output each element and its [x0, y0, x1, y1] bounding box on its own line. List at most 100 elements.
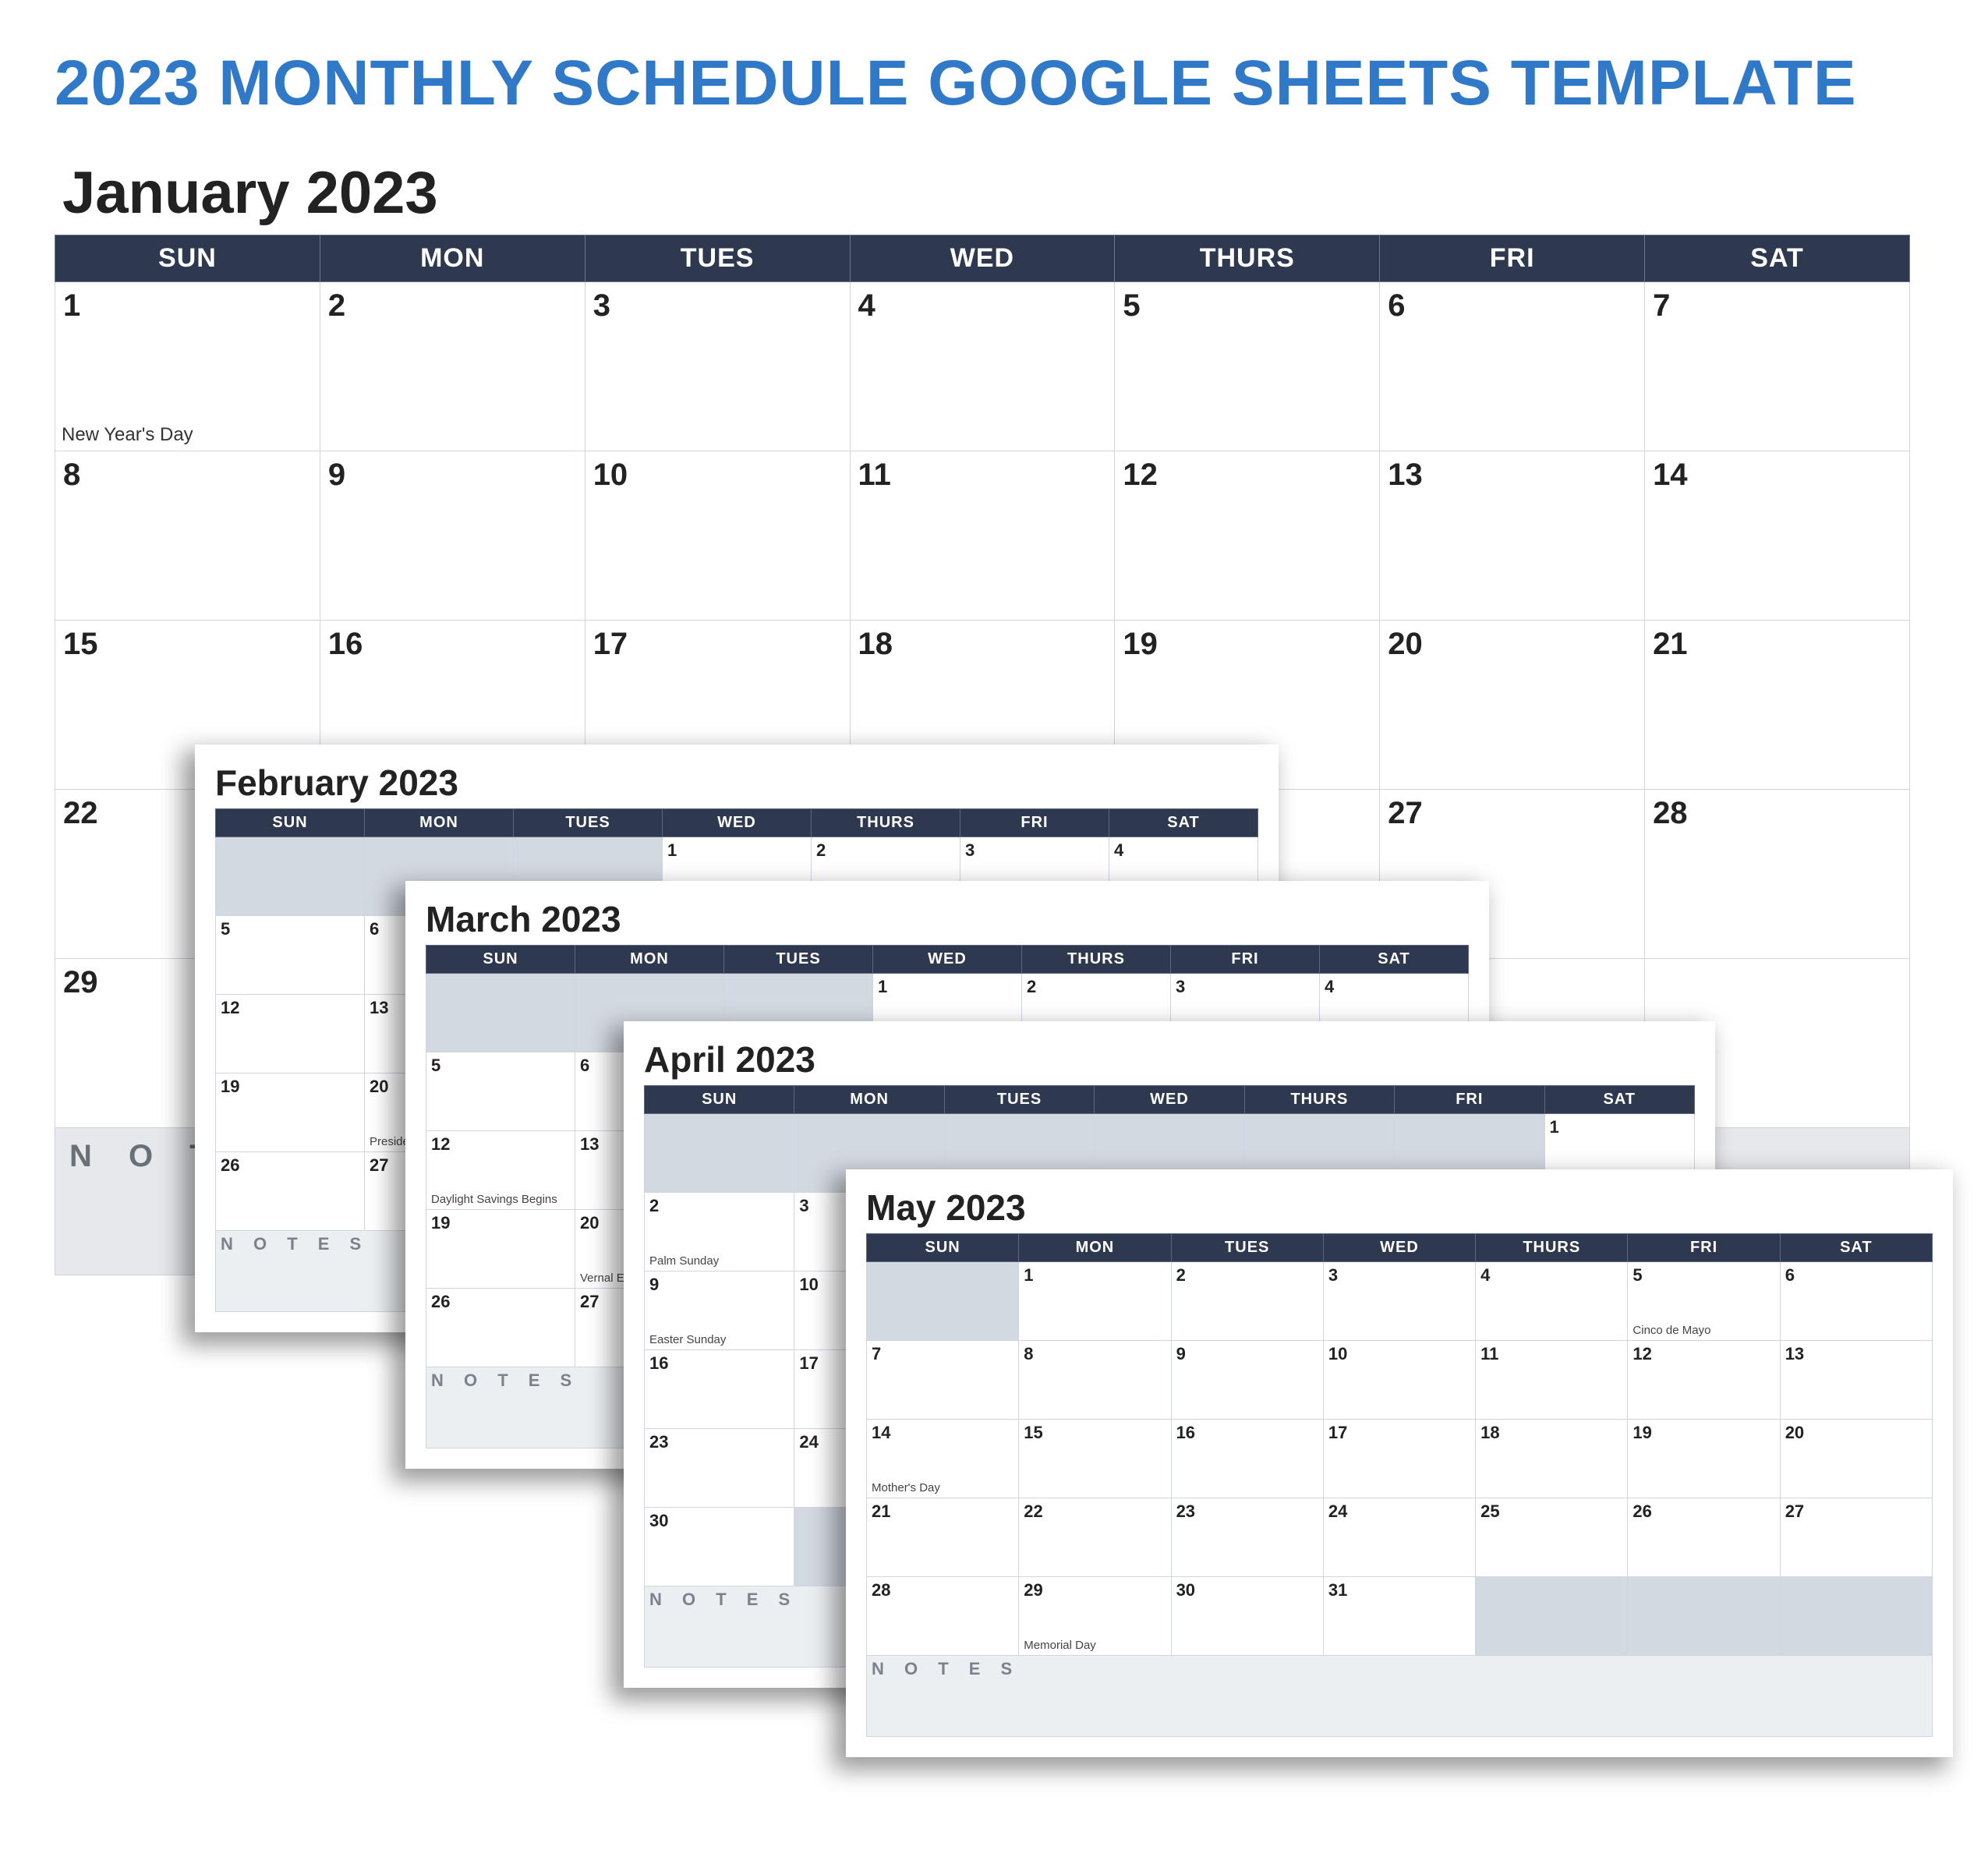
april-title: April 2023 [644, 1038, 1695, 1081]
calendar-cell: 23 [645, 1429, 794, 1508]
calendar-cell: 8 [1019, 1341, 1171, 1420]
day-header: THURS [1476, 1234, 1628, 1262]
calendar-cell: 8 [55, 451, 320, 621]
day-header: WED [873, 946, 1022, 974]
day-header: WED [1095, 1086, 1244, 1114]
calendar-cell: 2 [320, 282, 585, 451]
january-title: January 2023 [62, 159, 1933, 227]
calendar-cell: 14Mother's Day [867, 1420, 1019, 1498]
calendar-cell: 18 [1476, 1420, 1628, 1498]
calendar-cell: 5 [426, 1052, 575, 1131]
calendar-cell: 31 [1323, 1577, 1475, 1656]
day-header: SUN [867, 1234, 1019, 1262]
calendar-cell: 21 [1645, 621, 1910, 790]
calendar-cell: 3 [1323, 1262, 1475, 1341]
day-header: TUES [1171, 1234, 1323, 1262]
calendar-cell: 9 [320, 451, 585, 621]
calendar-cell [1780, 1577, 1932, 1656]
calendar-cell: 12 [1628, 1341, 1780, 1420]
calendar-cell: 20 [1780, 1420, 1932, 1498]
day-header: MON [575, 946, 724, 974]
day-header: SAT [1320, 946, 1469, 974]
calendar-cell: 5 [216, 916, 365, 995]
calendar-cell: 11 [850, 451, 1115, 621]
calendar-cell: 2 [1171, 1262, 1323, 1341]
calendar-cell: 6 [1380, 282, 1645, 451]
calendar-cell: 16 [645, 1350, 794, 1429]
calendar-cell: 25 [1476, 1498, 1628, 1577]
calendar-cell: 26 [1628, 1498, 1780, 1577]
day-header: FRI [1628, 1234, 1780, 1262]
calendar-cell: 9 [1171, 1341, 1323, 1420]
march-title: March 2023 [426, 898, 1469, 940]
calendar-cell: 27 [1780, 1498, 1932, 1577]
day-header: SAT [1544, 1086, 1694, 1114]
calendar-cell [867, 1262, 1019, 1341]
calendar-cell: 5 [1115, 282, 1380, 451]
calendar-cell: 3 [585, 282, 850, 451]
day-header: SUN [426, 946, 575, 974]
calendar-cell: 13 [1780, 1341, 1932, 1420]
calendar-cell: 15 [1019, 1420, 1171, 1498]
calendar-cell: 2Palm Sunday [645, 1193, 794, 1272]
calendar-cell [216, 837, 365, 916]
calendar-cell: 1 [1019, 1262, 1171, 1341]
calendar-cell: 20 [1380, 621, 1645, 790]
calendar-cell: 1New Year's Day [55, 282, 320, 451]
day-header: FRI [1380, 235, 1645, 282]
calendar-cell: 7 [867, 1341, 1019, 1420]
day-header: WED [663, 809, 812, 837]
calendar-cell: 17 [1323, 1420, 1475, 1498]
day-header: MON [365, 809, 514, 837]
day-header: SAT [1780, 1234, 1932, 1262]
day-header: SAT [1109, 809, 1258, 837]
calendar-cell: 26 [426, 1289, 575, 1367]
calendar-cell: 12 [1115, 451, 1380, 621]
day-header: SUN [216, 809, 365, 837]
notes-section: N O T E S [867, 1656, 1933, 1737]
day-header: MON [320, 235, 585, 282]
calendar-cell: 14 [1645, 451, 1910, 621]
day-header: THURS [1022, 946, 1171, 974]
calendar-cell: 24 [1323, 1498, 1475, 1577]
may-calendar-card: May 2023 SUNMONTUESWEDTHURSFRISAT12345Ci… [846, 1169, 1953, 1757]
calendar-cell [645, 1114, 794, 1193]
calendar-cell: 19 [1628, 1420, 1780, 1498]
calendar-cell: 7 [1645, 282, 1910, 451]
calendar-cell: 10 [1323, 1341, 1475, 1420]
calendar-cell: 12 [216, 995, 365, 1073]
day-header: SAT [1645, 235, 1910, 282]
calendar-cell [1476, 1577, 1628, 1656]
day-header: TUES [944, 1086, 1094, 1114]
calendar-cell: 5Cinco de Mayo [1628, 1262, 1780, 1341]
day-header: SUN [55, 235, 320, 282]
calendar-cell: 23 [1171, 1498, 1323, 1577]
may-calendar: SUNMONTUESWEDTHURSFRISAT12345Cinco de Ma… [866, 1233, 1933, 1737]
calendar-cell: 10 [585, 451, 850, 621]
calendar-cell: 22 [1019, 1498, 1171, 1577]
day-header: MON [1019, 1234, 1171, 1262]
day-header: THURS [812, 809, 960, 837]
day-header: FRI [1395, 1086, 1544, 1114]
day-header: THURS [1244, 1086, 1394, 1114]
day-header: FRI [1171, 946, 1320, 974]
calendar-cell: 13 [1380, 451, 1645, 621]
day-header: WED [1323, 1234, 1475, 1262]
day-header: THURS [1115, 235, 1380, 282]
calendar-cell: 28 [1645, 790, 1910, 959]
day-header: SUN [645, 1086, 794, 1114]
calendar-cell: 26 [216, 1152, 365, 1231]
calendar-cell: 19 [216, 1073, 365, 1152]
day-header: FRI [960, 809, 1109, 837]
calendar-cell: 29Memorial Day [1019, 1577, 1171, 1656]
calendar-cell [426, 974, 575, 1052]
calendar-cell: 12Daylight Savings Begins [426, 1131, 575, 1210]
calendar-cell: 21 [867, 1498, 1019, 1577]
calendar-cell: 6 [1780, 1262, 1932, 1341]
day-header: WED [850, 235, 1115, 282]
may-title: May 2023 [866, 1187, 1933, 1229]
day-header: TUES [724, 946, 873, 974]
calendar-cell: 4 [1476, 1262, 1628, 1341]
calendar-cell: 4 [850, 282, 1115, 451]
day-header: TUES [585, 235, 850, 282]
